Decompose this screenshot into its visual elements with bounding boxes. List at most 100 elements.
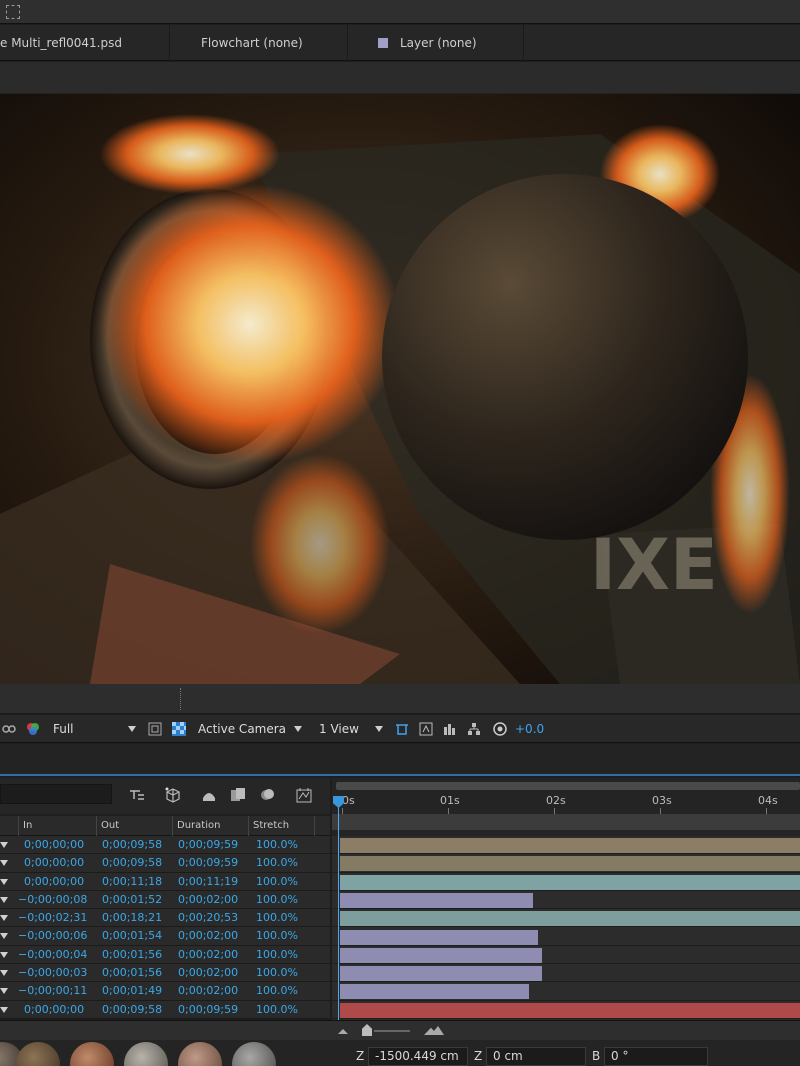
shy-layers-icon[interactable] bbox=[200, 786, 218, 804]
layer-duration-bar[interactable] bbox=[340, 856, 800, 872]
layer-duration[interactable]: 0;00;09;59 bbox=[178, 836, 238, 854]
composition-viewport[interactable]: IXE bbox=[0, 94, 800, 684]
camera-dropdown[interactable]: Active Camera bbox=[198, 715, 286, 743]
column-header-stretch[interactable]: Stretch bbox=[248, 816, 314, 836]
transparency-grid-icon[interactable] bbox=[172, 722, 186, 736]
color-channels-icon[interactable] bbox=[26, 722, 40, 736]
expand-triangle-icon[interactable] bbox=[0, 878, 8, 885]
zoom-out-icon[interactable] bbox=[338, 1029, 348, 1034]
layer-stretch[interactable]: 100.0% bbox=[256, 836, 298, 854]
layer-duration[interactable]: 0;00;02;00 bbox=[178, 927, 238, 945]
table-row[interactable]: −0;00;02;31 0;00;18;21 0;00;20;53 100.0% bbox=[0, 909, 330, 928]
layer-out[interactable]: 0;00;01;49 bbox=[102, 982, 162, 1000]
layer-duration[interactable]: 0;00;11;19 bbox=[178, 873, 238, 891]
zoom-in-icon[interactable] bbox=[424, 1026, 444, 1035]
layer-in[interactable]: −0;00;00;03 bbox=[18, 964, 87, 982]
layer-in[interactable]: 0;00;00;00 bbox=[24, 836, 84, 854]
table-row[interactable]: −0;00;00;03 0;00;01;56 0;00;02;00 100.0% bbox=[0, 964, 330, 983]
current-time-indicator[interactable] bbox=[338, 796, 339, 1020]
table-row[interactable]: −0;00;00;08 0;00;01;52 0;00;02;00 100.0% bbox=[0, 890, 330, 910]
layer-out[interactable]: 0;00;01;56 bbox=[102, 964, 162, 982]
layer-in[interactable]: 0;00;00;00 bbox=[24, 854, 84, 872]
table-row[interactable]: 0;00;00;00 0;00;09;58 0;00;09;59 100.0% bbox=[0, 854, 330, 873]
reset-exposure-icon[interactable] bbox=[493, 722, 507, 736]
views-chevron-down-icon[interactable] bbox=[375, 726, 383, 732]
layer-out[interactable]: 0;00;09;58 bbox=[102, 836, 162, 854]
layer-duration[interactable]: 0;00;20;53 bbox=[178, 909, 238, 927]
layer-duration-bar[interactable] bbox=[340, 874, 800, 890]
table-row[interactable]: −0;00;00;06 0;00;01;54 0;00;02;00 100.0% bbox=[0, 927, 330, 946]
layer-out[interactable]: 0;00;09;58 bbox=[102, 854, 162, 872]
tab-composition[interactable]: e Multi_refl0041.psd bbox=[0, 25, 170, 61]
fast-preview-icon[interactable] bbox=[395, 722, 409, 736]
frame-blending-icon[interactable] bbox=[229, 786, 247, 804]
layer-duration-bar[interactable] bbox=[340, 947, 543, 963]
camera-chevron-down-icon[interactable] bbox=[294, 726, 302, 732]
graph-editor-icon[interactable] bbox=[295, 786, 313, 804]
layer-duration[interactable]: 0;00;02;00 bbox=[178, 982, 238, 1000]
layer-stretch[interactable]: 100.0% bbox=[256, 1001, 298, 1019]
layer-in[interactable]: −0;00;00;08 bbox=[18, 891, 87, 909]
views-dropdown[interactable]: 1 View bbox=[319, 715, 359, 743]
timeline-icon[interactable] bbox=[419, 722, 433, 736]
expand-triangle-icon[interactable] bbox=[0, 1006, 8, 1013]
layer-in[interactable]: −0;00;02;31 bbox=[18, 909, 87, 927]
bank-field[interactable]: 0 ° bbox=[604, 1047, 708, 1066]
layer-out[interactable]: 0;00;09;58 bbox=[102, 1001, 162, 1019]
layer-in[interactable]: 0;00;00;00 bbox=[24, 1001, 84, 1019]
layer-duration[interactable]: 0;00;02;00 bbox=[178, 964, 238, 982]
expand-triangle-icon[interactable] bbox=[0, 970, 8, 977]
layer-duration-bar[interactable] bbox=[340, 966, 543, 982]
layer-duration-bar[interactable] bbox=[340, 911, 800, 927]
layer-stretch[interactable]: 100.0% bbox=[256, 891, 298, 909]
material-preview-ball[interactable] bbox=[232, 1042, 276, 1066]
layer-stretch[interactable]: 100.0% bbox=[256, 873, 298, 891]
expand-triangle-icon[interactable] bbox=[0, 842, 8, 848]
layer-out[interactable]: 0;00;11;18 bbox=[102, 873, 162, 891]
table-row[interactable]: −0;00;00;04 0;00;01;56 0;00;02;00 100.0% bbox=[0, 945, 330, 965]
layer-duration-bar[interactable] bbox=[340, 929, 538, 945]
material-preview-ball[interactable] bbox=[124, 1042, 168, 1066]
expand-triangle-icon[interactable] bbox=[0, 951, 8, 958]
layer-duration[interactable]: 0;00;09;59 bbox=[178, 854, 238, 872]
layer-in[interactable]: 0;00;00;00 bbox=[24, 873, 84, 891]
layer-in[interactable]: −0;00;00;06 bbox=[18, 927, 87, 945]
z-position-field[interactable]: -1500.449 cm bbox=[368, 1047, 468, 1066]
layer-in[interactable]: −0;00;00;11 bbox=[18, 982, 87, 1000]
flowchart-icon[interactable] bbox=[467, 722, 481, 736]
resolution-dropdown[interactable]: Full bbox=[53, 715, 74, 743]
layer-stretch[interactable]: 100.0% bbox=[256, 909, 298, 927]
table-row[interactable]: 0;00;00;00 0;00;11;18 0;00;11;19 100.0% bbox=[0, 872, 330, 891]
time-ruler[interactable]: 0s 01s 02s 03s 04s bbox=[332, 778, 800, 836]
layer-stretch[interactable]: 100.0% bbox=[256, 854, 298, 872]
layer-out[interactable]: 0;00;01;56 bbox=[102, 946, 162, 964]
layer-duration[interactable]: 0;00;02;00 bbox=[178, 946, 238, 964]
material-preview-ball[interactable] bbox=[16, 1042, 60, 1066]
exposure-value[interactable]: +0.0 bbox=[515, 715, 544, 743]
layer-stretch[interactable]: 100.0% bbox=[256, 982, 298, 1000]
zoom-slider-handle[interactable] bbox=[362, 1024, 372, 1036]
table-row[interactable]: 0;00;00;00 0;00;09;58 0;00;09;59 100.0% bbox=[0, 836, 330, 855]
layer-duration-bar[interactable] bbox=[340, 984, 529, 1000]
layer-in[interactable]: −0;00;00;04 bbox=[18, 946, 87, 964]
motion-blur-icon[interactable] bbox=[258, 786, 276, 804]
column-header-in[interactable]: In bbox=[18, 816, 96, 836]
layer-duration-bar[interactable] bbox=[340, 838, 800, 853]
expand-triangle-icon[interactable] bbox=[0, 988, 8, 995]
layer-duration-bar[interactable] bbox=[340, 892, 534, 908]
composition-mini-flowchart-icon[interactable] bbox=[128, 786, 146, 804]
layer-search-input[interactable] bbox=[0, 784, 112, 804]
layer-duration-bar[interactable] bbox=[340, 1002, 800, 1018]
draft-3d-icon[interactable] bbox=[164, 786, 182, 804]
work-area-bar[interactable] bbox=[336, 782, 800, 790]
layer-stretch[interactable]: 100.0% bbox=[256, 946, 298, 964]
expand-triangle-icon[interactable] bbox=[0, 860, 8, 867]
resolution-chevron-down-icon[interactable] bbox=[128, 726, 136, 732]
layer-stretch[interactable]: 100.0% bbox=[256, 927, 298, 945]
material-preview-ball[interactable] bbox=[70, 1042, 114, 1066]
layer-stretch[interactable]: 100.0% bbox=[256, 964, 298, 982]
tab-flowchart[interactable]: Flowchart (none) bbox=[170, 25, 348, 61]
layer-duration[interactable]: 0;00;02;00 bbox=[178, 891, 238, 909]
expand-triangle-icon[interactable] bbox=[0, 896, 8, 903]
z-offset-field[interactable]: 0 cm bbox=[486, 1047, 586, 1066]
